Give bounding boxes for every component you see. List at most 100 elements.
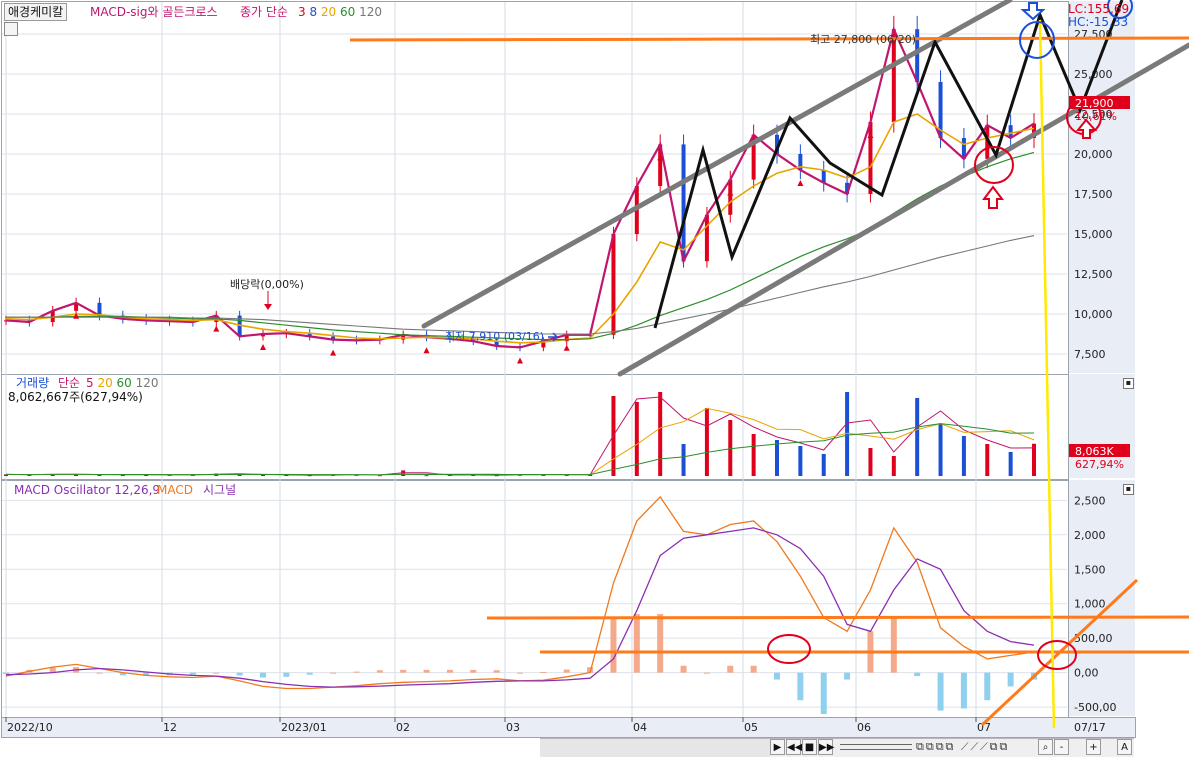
high-annotation: 최고 27,800 (06/20) bbox=[810, 33, 916, 46]
oscillator-lines bbox=[5, 495, 1035, 690]
osc-histogram-bar bbox=[633, 614, 640, 673]
volume-ma-line bbox=[5, 396, 1035, 476]
osc-tick-label: 2,000 bbox=[1074, 529, 1106, 542]
osc-histogram-bar bbox=[680, 665, 687, 673]
volume-ma-lines bbox=[5, 396, 1035, 476]
price-legend-periods: 3 8 20 60 120 bbox=[298, 5, 382, 19]
candle-body bbox=[704, 214, 709, 262]
price-tick-label: 7,500 bbox=[1074, 348, 1106, 361]
zoom-search-icon[interactable]: ⌕ bbox=[1038, 739, 1053, 755]
volume-ma-label: 단순 bbox=[58, 376, 80, 390]
osc-histogram-bar bbox=[400, 669, 407, 673]
font-size-button[interactable]: A bbox=[1117, 739, 1132, 755]
date-tick-label: 07/17 bbox=[1074, 721, 1106, 734]
volume-bar bbox=[775, 440, 779, 476]
dividend-marker-arrow-icon bbox=[264, 304, 272, 310]
buy-arrow-icon bbox=[727, 189, 734, 196]
buy-arrow-icon bbox=[213, 325, 220, 332]
osc-histogram-bar bbox=[610, 617, 617, 673]
dividend-annotation: 배당락(0,00%) bbox=[230, 278, 304, 291]
date-axis-ticks: 2022/10 12 2023/01 02 03 04 05 06 07 07/17 bbox=[5, 717, 1106, 734]
vertical-gridlines bbox=[5, 2, 977, 716]
osc-histogram-bar bbox=[890, 617, 897, 673]
price-badge-pct: 10,61% bbox=[1075, 110, 1117, 123]
volume-bar bbox=[891, 456, 896, 476]
volume-bar bbox=[1032, 443, 1036, 476]
buy-arrow-icon bbox=[330, 349, 337, 356]
zoom-out-button[interactable]: - bbox=[1054, 739, 1069, 755]
scrollbar-track[interactable] bbox=[540, 738, 770, 757]
scroll-first-button[interactable]: ◀◀ bbox=[786, 739, 802, 755]
volume-bar bbox=[868, 448, 873, 476]
scroll-right-button[interactable]: ▶ bbox=[770, 739, 785, 755]
volume-bar bbox=[424, 475, 429, 477]
chart-canvas[interactable]: 27,50025,00022,50020,00017,50015,00012,5… bbox=[0, 0, 1189, 758]
price-series-line bbox=[6, 151, 1035, 341]
grid-toggle-icon[interactable] bbox=[4, 22, 18, 36]
volume-bar bbox=[985, 444, 990, 476]
volume-bar bbox=[961, 436, 966, 476]
osc-histogram-bar bbox=[540, 671, 547, 673]
volume-bar bbox=[681, 444, 686, 476]
volume-bar bbox=[915, 398, 920, 476]
osc-signal-label: 시그널 bbox=[203, 483, 236, 497]
volume-readout: 8,062,667주(627,94%) bbox=[8, 390, 143, 404]
channel-lower-line bbox=[617, 42, 1189, 377]
candle-body bbox=[681, 144, 686, 262]
volume-bar bbox=[728, 420, 733, 476]
scroll-last-button[interactable]: ▶▶ bbox=[818, 739, 834, 755]
chart-window: 27,500 25,000 22,500 20,000 17,500 15,000 12,5… bbox=[0, 0, 1189, 758]
volume-ma-line bbox=[5, 407, 1035, 476]
volume-badge-pct: 627,94% bbox=[1075, 458, 1124, 471]
volume-badge: 8,063K bbox=[1075, 445, 1114, 458]
volume-bar bbox=[821, 454, 826, 476]
osc-histogram-bar bbox=[470, 669, 477, 673]
price-tick-label: 17,500 bbox=[1074, 188, 1113, 201]
date-tick-label: 02 bbox=[396, 721, 410, 734]
toolbar-icons[interactable]: ⧉⧉⧉⧉ ⟋⟋⟋⧉⧉ bbox=[916, 739, 1036, 755]
volume-title: 거래량 bbox=[16, 376, 49, 390]
volume-bar bbox=[751, 434, 756, 476]
osc-histogram-bar bbox=[189, 672, 196, 675]
osc-histogram-bar bbox=[260, 672, 266, 678]
legend-entry: 120 bbox=[355, 5, 382, 19]
osc-title: MACD Oscillator 12,26,9 bbox=[14, 483, 160, 497]
osc-histogram-bar bbox=[703, 672, 710, 674]
date-tick-label: 06 bbox=[857, 721, 871, 734]
stop-button[interactable]: ■ bbox=[802, 739, 817, 755]
price-tick-label: 20,000 bbox=[1074, 148, 1113, 161]
osc-histogram-bar bbox=[914, 672, 921, 677]
zoom-slider[interactable] bbox=[840, 744, 912, 750]
price-badge: 21,900 bbox=[1075, 97, 1114, 110]
price-title: MACD-sig와 골든크로스 bbox=[90, 5, 218, 19]
osc-collapse-button[interactable]: ▪ bbox=[1123, 484, 1134, 495]
osc-histogram-bar bbox=[937, 672, 944, 711]
red-circle-osc bbox=[767, 634, 811, 664]
stock-name[interactable]: 애경케미칼 bbox=[4, 3, 68, 21]
buy-arrow-icon bbox=[423, 347, 430, 354]
osc-orange-line-upper bbox=[486, 615, 1189, 620]
buy-arrow-icon bbox=[563, 344, 570, 351]
osc-tick-label: -500,00 bbox=[1074, 701, 1116, 714]
date-tick-label: 2023/01 bbox=[281, 721, 327, 734]
osc-histogram-bar bbox=[493, 670, 500, 673]
osc-histogram-bar bbox=[797, 672, 804, 701]
osc-tick-label: 0,00 bbox=[1074, 667, 1099, 680]
osc-histogram-bar bbox=[376, 670, 383, 673]
volume-collapse-button[interactable]: ▪ bbox=[1123, 378, 1134, 389]
osc-tick-label: 1,000 bbox=[1074, 598, 1106, 611]
legend-entry: 120 bbox=[132, 376, 159, 390]
osc-histogram-bar bbox=[213, 672, 220, 674]
volume-bar bbox=[798, 446, 803, 476]
legend-entry: 20 bbox=[317, 5, 336, 19]
price-tick-label: 12,500 bbox=[1074, 268, 1113, 281]
price-ma-label: 종가 단순 bbox=[240, 5, 288, 19]
osc-histogram-bar bbox=[3, 672, 9, 675]
osc-histogram-bar bbox=[750, 665, 757, 673]
volume-ma-line bbox=[5, 423, 1035, 476]
osc-macd-label: MACD bbox=[157, 483, 193, 497]
red-up-arrow-icon bbox=[982, 185, 1004, 209]
osc-histogram-bar bbox=[820, 672, 827, 714]
zoom-in-button[interactable]: + bbox=[1086, 739, 1101, 755]
resistance-line-orange bbox=[349, 36, 1189, 42]
